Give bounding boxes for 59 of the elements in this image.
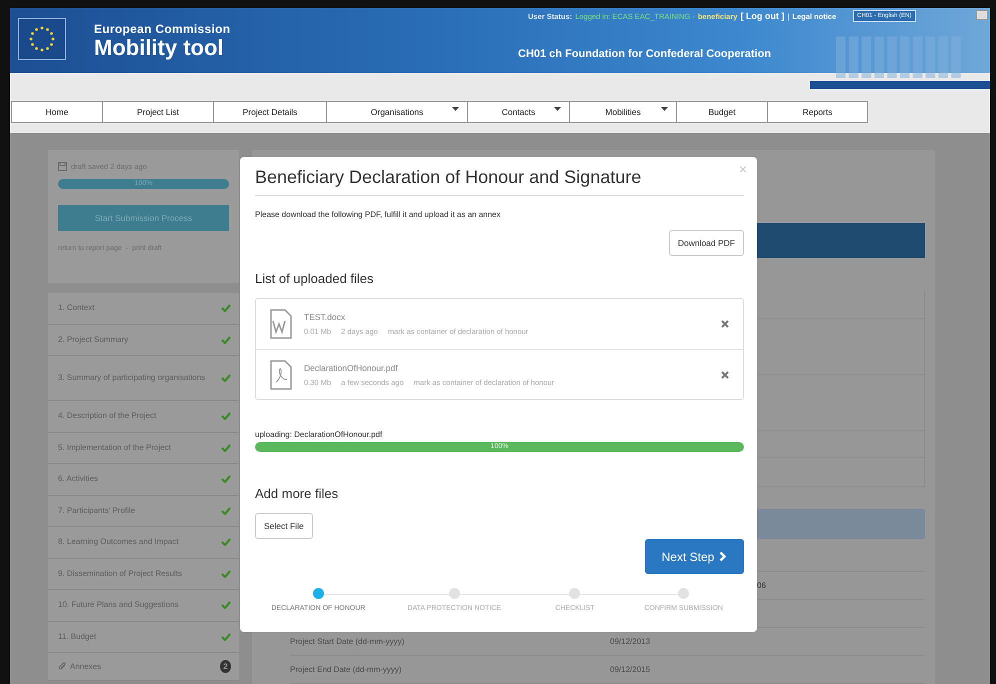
count-badge: 2: [220, 660, 231, 673]
pdf-file-icon: [270, 360, 292, 390]
start-submission-button[interactable]: Start Submission Process: [58, 205, 229, 231]
section-label: 6. Activities: [58, 474, 100, 484]
section-label: 1. Context: [58, 303, 96, 314]
field-value: 09/12/2013: [610, 637, 650, 646]
section-item[interactable]: 10. Future Plans and Suggestions: [48, 590, 239, 622]
paperclip-icon: [58, 662, 67, 671]
section-heading: Add more files: [255, 486, 340, 501]
app-title: Mobility tool: [94, 36, 225, 60]
field-label: Project Start Date (dd-mm-yyyy): [290, 637, 406, 646]
download-pdf-button[interactable]: Download PDF: [668, 230, 744, 256]
section-item[interactable]: 1. Context: [48, 293, 239, 324]
section-label: 4. Description of the Project: [58, 411, 158, 422]
chevron-right-icon: [719, 551, 728, 562]
file-name: DeclarationOfHonour.pdf: [304, 362, 399, 372]
section-item[interactable]: 5. Implementation of the Project: [48, 432, 239, 464]
section-item[interactable]: 11. Budget: [48, 622, 239, 653]
instruction-text: Please download the following PDF, fulfill it and upload it as an annex: [255, 210, 502, 219]
section-label: 7. Participants' Profile: [58, 506, 136, 516]
nav-tab[interactable]: Budget: [676, 101, 768, 123]
section-label: 5. Implementation of the Project: [58, 442, 172, 453]
section-heading: List of uploaded files: [255, 271, 375, 286]
nav-tab[interactable]: Contacts: [467, 101, 570, 123]
section-label: 10. Future Plans and Suggestions: [58, 600, 180, 610]
section-label: 3. Summary of participating organisations: [58, 373, 206, 383]
section-item[interactable]: 7. Participants' Profile: [48, 496, 239, 527]
section-label: 2. Project Summary: [58, 334, 130, 345]
organisation-title: CH01 ch Foundation for Confederal Cooperation: [518, 48, 772, 60]
nav-tab[interactable]: Project List: [102, 101, 214, 123]
logout-link[interactable]: [ Log out ]: [740, 11, 784, 21]
field-value: 09/12/2015: [610, 665, 650, 674]
remove-icon[interactable]: [721, 370, 729, 378]
section-item[interactable]: 9. Dissemination of Project Results: [48, 558, 239, 590]
next-step-button[interactable]: Next Step: [645, 539, 744, 574]
section-item[interactable]: 8. Learning Outcomes and Impact: [48, 527, 239, 558]
value-text: 06: [757, 581, 766, 590]
section-label: 8. Learning Outcomes and Impact: [58, 537, 180, 548]
nav-tab[interactable]: Mobilities: [569, 101, 677, 123]
nav-tab[interactable]: Project Details: [213, 101, 327, 123]
flag-logo-icon: [18, 18, 66, 60]
field-label: Project End Date (dd-mm-yyyy): [290, 665, 403, 674]
section-label: 11. Budget: [58, 632, 98, 642]
section-item[interactable]: 4. Description of the Project: [48, 401, 239, 432]
word-file-icon: [270, 309, 292, 339]
section-item[interactable]: 2. Project Summary: [48, 324, 239, 356]
remove-icon[interactable]: [721, 320, 729, 328]
upload-status: uploading: DeclarationOfHonour.pdf: [255, 430, 384, 439]
select-file-button[interactable]: Select File: [255, 513, 313, 539]
section-item[interactable]: 6. Activities: [48, 464, 239, 496]
organization-name: European Commission: [94, 22, 230, 36]
nav-tab[interactable]: Reports: [767, 101, 868, 123]
nav-tab[interactable]: Organisations: [326, 101, 468, 123]
nav-tab[interactable]: Home: [11, 101, 103, 123]
section-item[interactable]: 3. Summary of participating organisations: [48, 356, 239, 401]
section-item[interactable]: Annexes 2: [48, 653, 239, 681]
section-label: Annexes: [70, 662, 102, 672]
section-label: 9. Dissemination of Project Results: [58, 568, 184, 579]
file-name: TEST.docx: [304, 312, 346, 322]
